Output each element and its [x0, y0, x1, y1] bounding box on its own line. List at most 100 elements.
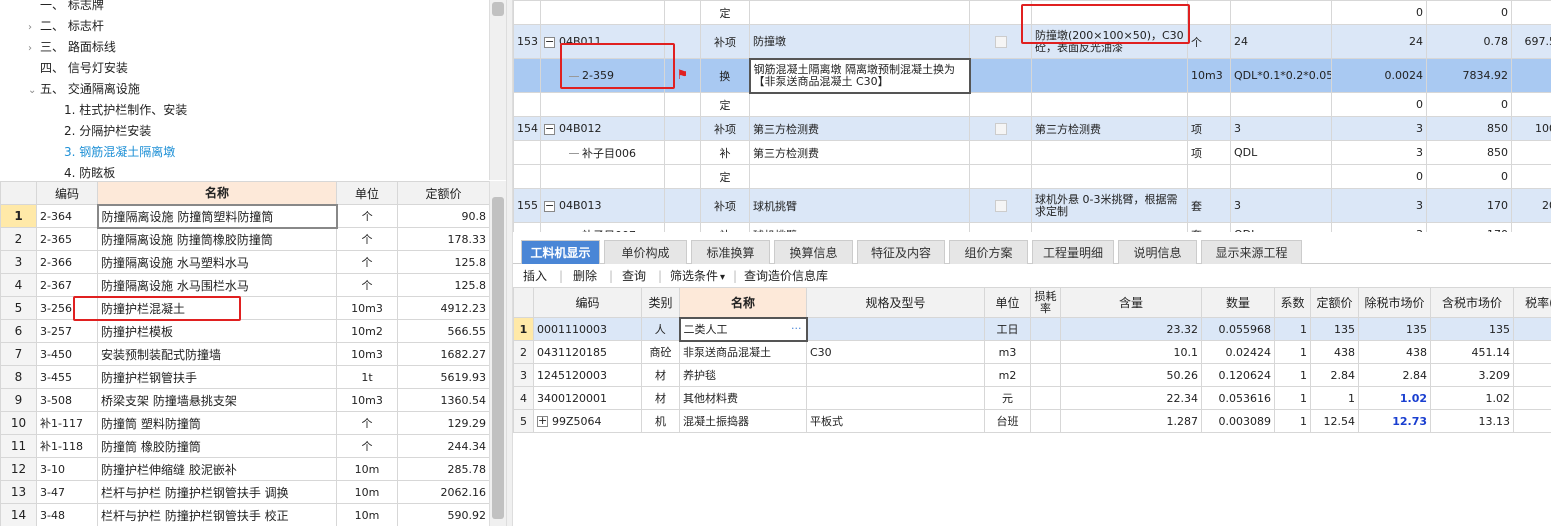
resource-inc-tax-cell[interactable]: 13.13	[1430, 409, 1514, 433]
tab-6[interactable]: 组价方案	[949, 240, 1028, 264]
bill-row[interactable]: 补子目007 补球机挑臂 套QDL3170	[513, 222, 1551, 232]
resource-spec-cell[interactable]	[806, 363, 985, 387]
tab-9[interactable]: 显示来源工程	[1201, 240, 1302, 264]
library-row[interactable]: 11 补1-118 防撞筒 橡胶防撞筒个 244.34	[0, 434, 489, 458]
bill-name-cell[interactable]	[749, 92, 970, 117]
bill-row[interactable]: 定 00	[513, 0, 1551, 25]
bill-feature-cell[interactable]	[1031, 58, 1188, 93]
resource-row[interactable]: 2 0431120185 商砼 非泵送商品混凝土 C30 m3 10.1 0.02424 1 43…	[513, 340, 1551, 364]
resource-spec-cell[interactable]: 平板式	[806, 409, 985, 433]
resource-content-cell[interactable]: 10.1	[1060, 340, 1202, 364]
tab-2[interactable]: 单价构成	[604, 240, 687, 264]
resource-content-cell[interactable]: 1.287	[1060, 409, 1202, 433]
library-row[interactable]: 10 补1-117 防撞筒 塑料防撞筒个 129.29	[0, 411, 489, 435]
bill-name-cell[interactable]: 防撞墩	[749, 24, 970, 59]
library-row[interactable]: 8 3-455 防撞护栏钢管扶手 1t 5619.93	[0, 365, 489, 389]
bill-feature-cell[interactable]: 防撞墩(200×100×50)，C30砼，表面反光油漆	[1031, 24, 1188, 59]
resource-tax-cell[interactable]	[1513, 317, 1551, 341]
library-row[interactable]: 3 2-366 防撞隔离设施 水马塑料水马个 125.8	[0, 250, 489, 274]
bill-feature-cell[interactable]	[1031, 0, 1188, 25]
tree-node[interactable]: 1. 柱式护栏制作、安装	[52, 100, 187, 121]
resource-loss-cell[interactable]	[1030, 409, 1061, 433]
resource-inc-tax-cell[interactable]: 135	[1430, 317, 1514, 341]
resource-ex-tax-cell[interactable]: 438	[1358, 340, 1431, 364]
bill-expr-cell[interactable]: 24	[1230, 24, 1332, 59]
library-row[interactable]: 13 3-47 栏杆与护栏 防撞护栏钢管扶手 调换 10m 2062.16	[0, 480, 489, 504]
price-db-button[interactable]: 查询造价信息库	[744, 267, 828, 285]
resource-ex-tax-cell[interactable]: 12.73	[1358, 409, 1431, 433]
tree-node[interactable]: 4. 防眩板	[52, 163, 115, 180]
resource-spec-cell[interactable]	[806, 317, 985, 341]
resource-ex-tax-cell[interactable]: 2.84	[1358, 363, 1431, 387]
resource-spec-cell[interactable]: C30	[806, 340, 985, 364]
bill-row[interactable]: 2-359 ⚑ 换钢筋混凝土隔离墩 隔离墩预制混凝土换为【非泵送商品混凝土 C30】…	[513, 57, 1551, 94]
library-price-header[interactable]: 定额价	[397, 181, 489, 205]
bill-row[interactable]: 补子目006 补第三方检测费 项 QDL 3 850	[513, 140, 1551, 165]
tab-8[interactable]: 说明信息	[1118, 240, 1197, 264]
tree-scrollbar[interactable]	[489, 0, 506, 180]
tree-node[interactable]: › 二、 标志杆	[28, 16, 104, 37]
collapse-toggle-icon[interactable]: −	[544, 36, 555, 48]
resource-name-cell[interactable]: 非泵送商品混凝土	[679, 340, 807, 364]
resource-tax-header[interactable]: 税率(	[1513, 287, 1551, 318]
bill-row[interactable]: 定 00	[513, 164, 1551, 189]
bill-expr-cell[interactable]: QDL	[1230, 222, 1332, 232]
expand-toggle-icon[interactable]: +	[537, 415, 548, 427]
resource-inc-tax-cell[interactable]: 451.14	[1430, 340, 1514, 364]
resource-spec-header[interactable]: 规格及型号	[806, 287, 985, 318]
resource-content-cell[interactable]: 23.32	[1060, 317, 1202, 341]
bill-name-cell[interactable]	[749, 0, 970, 25]
bill-expr-cell[interactable]: QDL	[1230, 140, 1332, 165]
query-button[interactable]: 查询	[622, 267, 646, 285]
resource-ex-tax-cell[interactable]: 1.02	[1358, 386, 1431, 410]
collapse-toggle-icon[interactable]: −	[544, 200, 555, 212]
resource-loss-cell[interactable]	[1030, 340, 1061, 364]
resource-unit-header[interactable]: 单位	[984, 287, 1031, 318]
tree-node[interactable]: 3. 钢筋混凝土隔离墩	[52, 142, 175, 163]
library-scrollbar[interactable]	[489, 181, 506, 526]
bill-row[interactable]: 155−04B013 补项 球机挑臂 球机外悬 0-3米挑臂，根据需求定制套 3 3 170…	[513, 188, 1551, 223]
library-code-header[interactable]: 编码	[36, 181, 98, 205]
chevron-right-icon[interactable]: ›	[28, 17, 40, 38]
more-options-icon[interactable]: ···	[791, 322, 802, 335]
bill-name-cell[interactable]: 球机挑臂	[749, 222, 970, 232]
resource-coef-header[interactable]: 系数	[1274, 287, 1311, 318]
bill-name-cell[interactable]: 第三方检测费	[749, 140, 970, 165]
library-row[interactable]: 5 3-256 防撞护栏混凝土 10m3 4912.23	[0, 296, 489, 320]
resource-name-header[interactable]: 名称	[679, 287, 807, 318]
tree-node[interactable]: ⌄ 五、 交通隔离设施	[28, 79, 140, 100]
collapse-toggle-icon[interactable]: −	[544, 123, 555, 135]
resource-loss-header[interactable]: 损耗率	[1030, 287, 1061, 318]
bill-expr-cell[interactable]: QDL*0.1*0.2*0.05	[1230, 58, 1332, 93]
resource-content-cell[interactable]: 22.34	[1060, 386, 1202, 410]
resource-ex-tax-cell[interactable]: 135	[1358, 317, 1431, 341]
bill-name-cell[interactable]: 钢筋混凝土隔离墩 隔离墩预制混凝土换为【非泵送商品混凝土 C30】	[748, 57, 971, 94]
resource-loss-cell[interactable]	[1030, 363, 1061, 387]
resource-category-header[interactable]: 类别	[641, 287, 680, 318]
bill-feature-cell[interactable]: 球机外悬 0-3米挑臂，根据需求定制	[1031, 188, 1188, 223]
bill-expr-cell[interactable]: 3	[1230, 188, 1332, 223]
bill-expr-cell[interactable]	[1230, 164, 1332, 189]
resource-inc-tax-cell[interactable]: 3.209	[1430, 363, 1514, 387]
resource-row[interactable]: 4 3400120001 材其他材料费元 22.34 0.053616 1 1 1.02 1.0…	[513, 386, 1551, 410]
library-unit-header[interactable]: 单位	[336, 181, 398, 205]
resource-tax-cell[interactable]	[1513, 340, 1551, 364]
resource-row[interactable]: 5 +99Z5064 机混凝土振捣器 平板式 台班 1.287 0.003089 1 12.54…	[513, 409, 1551, 433]
tree-node[interactable]: 一、 标志牌	[28, 0, 104, 16]
row-checkbox[interactable]	[994, 200, 1007, 212]
bill-expr-cell[interactable]: 3	[1230, 116, 1332, 141]
bill-row[interactable]: 154−04B012补项第三方检测费第三方检测费项33850100	[513, 116, 1551, 141]
resource-name-cell[interactable]: 养护毯	[679, 363, 807, 387]
resource-name-cell[interactable]: 混凝土振捣器	[679, 409, 807, 433]
tab-5[interactable]: 特征及内容	[857, 240, 945, 264]
bill-expr-cell[interactable]	[1230, 92, 1332, 117]
resource-content-cell[interactable]: 50.26	[1060, 363, 1202, 387]
library-row[interactable]: 12 3-10 防撞护栏伸缩缝 胶泥嵌补 10m 285.78	[0, 457, 489, 481]
library-row[interactable]: 14 3-48 栏杆与护栏 防撞护栏钢管扶手 校正 10m 590.92	[0, 503, 489, 526]
bill-row[interactable]: 定 00	[513, 92, 1551, 117]
bill-name-cell[interactable]: 第三方检测费	[749, 116, 970, 141]
resource-row[interactable]: 1 0001110003 人二类人工 ··· 工日 23.32 0.055968 1 135 13…	[513, 316, 1551, 342]
insert-button[interactable]: 插入	[523, 267, 547, 285]
library-row[interactable]: 6 3-257 防撞护栏模板 10m2 566.55	[0, 319, 489, 343]
bill-feature-cell[interactable]	[1031, 164, 1188, 189]
